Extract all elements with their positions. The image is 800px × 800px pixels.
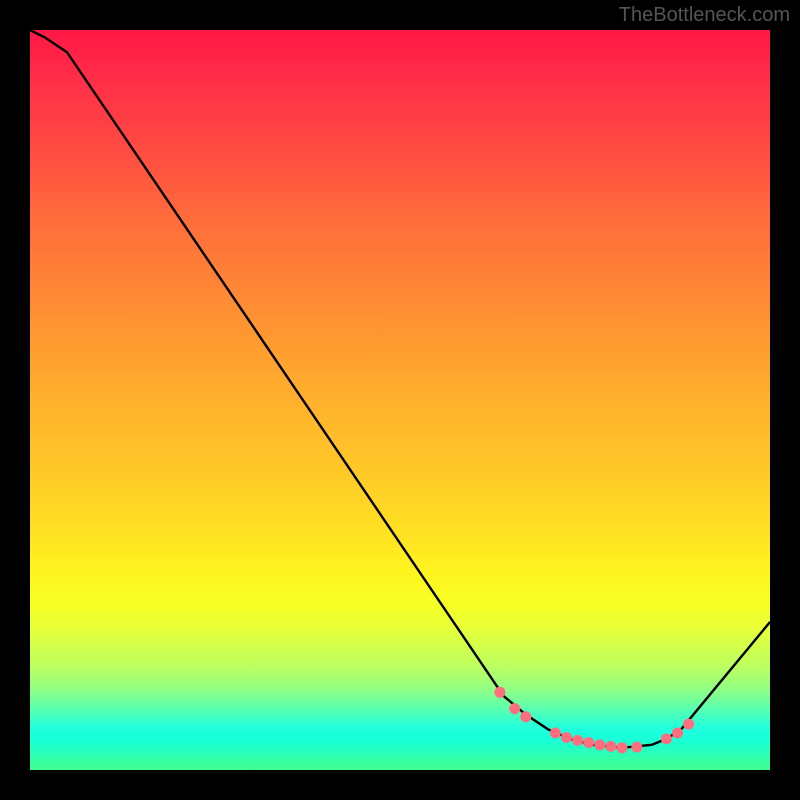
- marker-dot: [561, 732, 572, 743]
- marker-dot: [550, 728, 561, 739]
- marker-dot: [605, 741, 616, 752]
- marker-dot: [594, 739, 605, 750]
- marker-dot: [661, 733, 672, 744]
- curve-path: [30, 30, 770, 748]
- marker-dot: [572, 735, 583, 746]
- marker-dot: [520, 711, 531, 722]
- marker-dots: [494, 687, 694, 754]
- marker-dot: [509, 703, 520, 714]
- attribution-text: TheBottleneck.com: [619, 4, 790, 27]
- chart-svg: [30, 30, 770, 770]
- marker-dot: [583, 737, 594, 748]
- marker-dot: [683, 719, 694, 730]
- marker-dot: [631, 742, 642, 753]
- plot-area: [30, 30, 770, 770]
- marker-dot: [494, 687, 505, 698]
- marker-dot: [672, 728, 683, 739]
- marker-dot: [617, 742, 628, 753]
